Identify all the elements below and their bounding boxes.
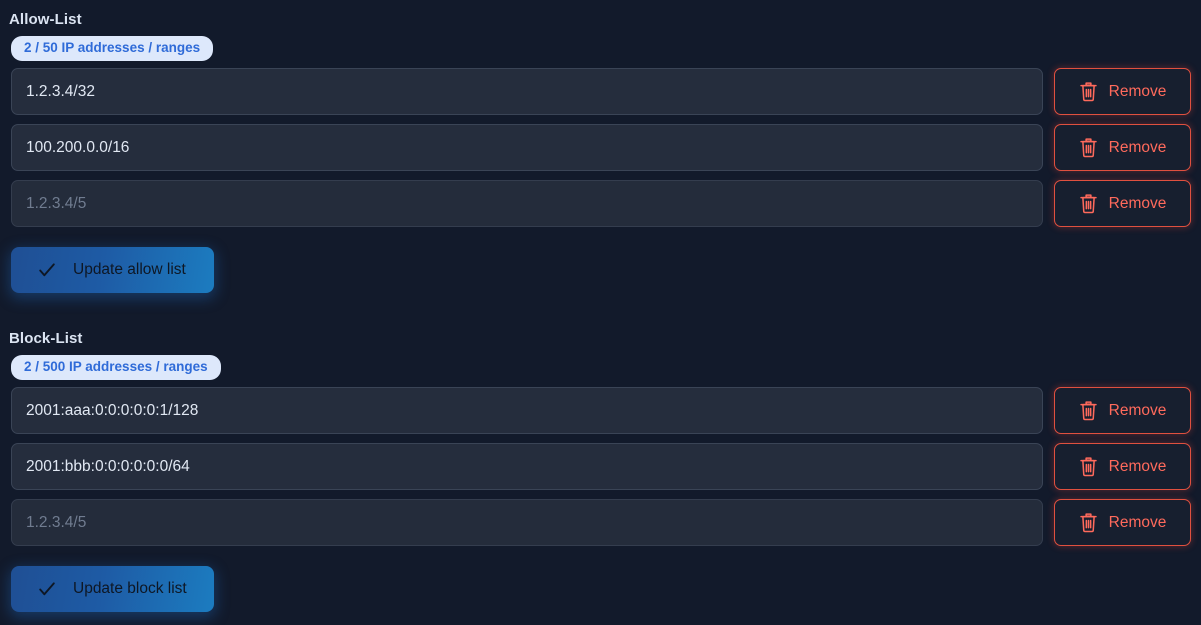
block-remove-button-3[interactable]: Remove: [1054, 499, 1191, 546]
allow-update-wrap: Update allow list: [0, 235, 1201, 293]
ip-access-lists-page: Allow-List 2 / 50 IP addresses / ranges: [0, 0, 1201, 625]
trash-icon: [1079, 512, 1098, 533]
block-list-row: Remove: [0, 498, 1201, 547]
block-list-title: Block-List: [9, 330, 83, 347]
allow-remove-button-2[interactable]: Remove: [1054, 124, 1191, 171]
trash-icon: [1079, 81, 1098, 102]
update-allow-list-label: Update allow list: [73, 261, 186, 279]
block-remove-button-1[interactable]: Remove: [1054, 387, 1191, 434]
block-list-rows: Remove Remove: [0, 380, 1201, 547]
allow-list-title: Allow-List: [9, 11, 82, 28]
allow-list-row: Remove: [0, 67, 1201, 116]
update-allow-list-button[interactable]: Update allow list: [11, 247, 214, 293]
block-ip-input-3[interactable]: [11, 499, 1043, 546]
block-ip-input-1[interactable]: [11, 387, 1043, 434]
check-icon: [37, 260, 57, 280]
remove-button-label: Remove: [1108, 138, 1167, 156]
trash-icon: [1079, 193, 1098, 214]
allow-remove-button-1[interactable]: Remove: [1054, 68, 1191, 115]
remove-button-label: Remove: [1108, 82, 1167, 100]
block-list-badge-wrap: 2 / 500 IP addresses / ranges: [0, 348, 1201, 380]
remove-button-label: Remove: [1108, 457, 1167, 475]
block-remove-button-2[interactable]: Remove: [1054, 443, 1191, 490]
trash-icon: [1079, 456, 1098, 477]
allow-list-row: Remove: [0, 179, 1201, 228]
remove-button-label: Remove: [1108, 194, 1167, 212]
allow-list-row: Remove: [0, 123, 1201, 172]
allow-list-count-badge: 2 / 50 IP addresses / ranges: [11, 36, 214, 61]
allow-list-rows: Remove Remove: [0, 61, 1201, 228]
allow-remove-button-3[interactable]: Remove: [1054, 180, 1191, 227]
check-icon: [37, 579, 57, 599]
block-update-wrap: Update block list: [0, 554, 1201, 612]
allow-list-badge-wrap: 2 / 50 IP addresses / ranges: [0, 29, 1201, 61]
block-list-section: Block-List 2 / 500 IP addresses / ranges: [0, 319, 1201, 612]
block-list-count-badge: 2 / 500 IP addresses / ranges: [11, 355, 221, 380]
trash-icon: [1079, 400, 1098, 421]
allow-list-section: Allow-List 2 / 50 IP addresses / ranges: [0, 0, 1201, 293]
allow-ip-input-2[interactable]: [11, 124, 1043, 171]
update-block-list-button[interactable]: Update block list: [11, 566, 214, 612]
block-ip-input-2[interactable]: [11, 443, 1043, 490]
update-block-list-label: Update block list: [73, 580, 187, 598]
remove-button-label: Remove: [1108, 513, 1167, 531]
trash-icon: [1079, 137, 1098, 158]
remove-button-label: Remove: [1108, 401, 1167, 419]
block-list-row: Remove: [0, 442, 1201, 491]
allow-ip-input-3[interactable]: [11, 180, 1043, 227]
allow-ip-input-1[interactable]: [11, 68, 1043, 115]
block-list-row: Remove: [0, 386, 1201, 435]
